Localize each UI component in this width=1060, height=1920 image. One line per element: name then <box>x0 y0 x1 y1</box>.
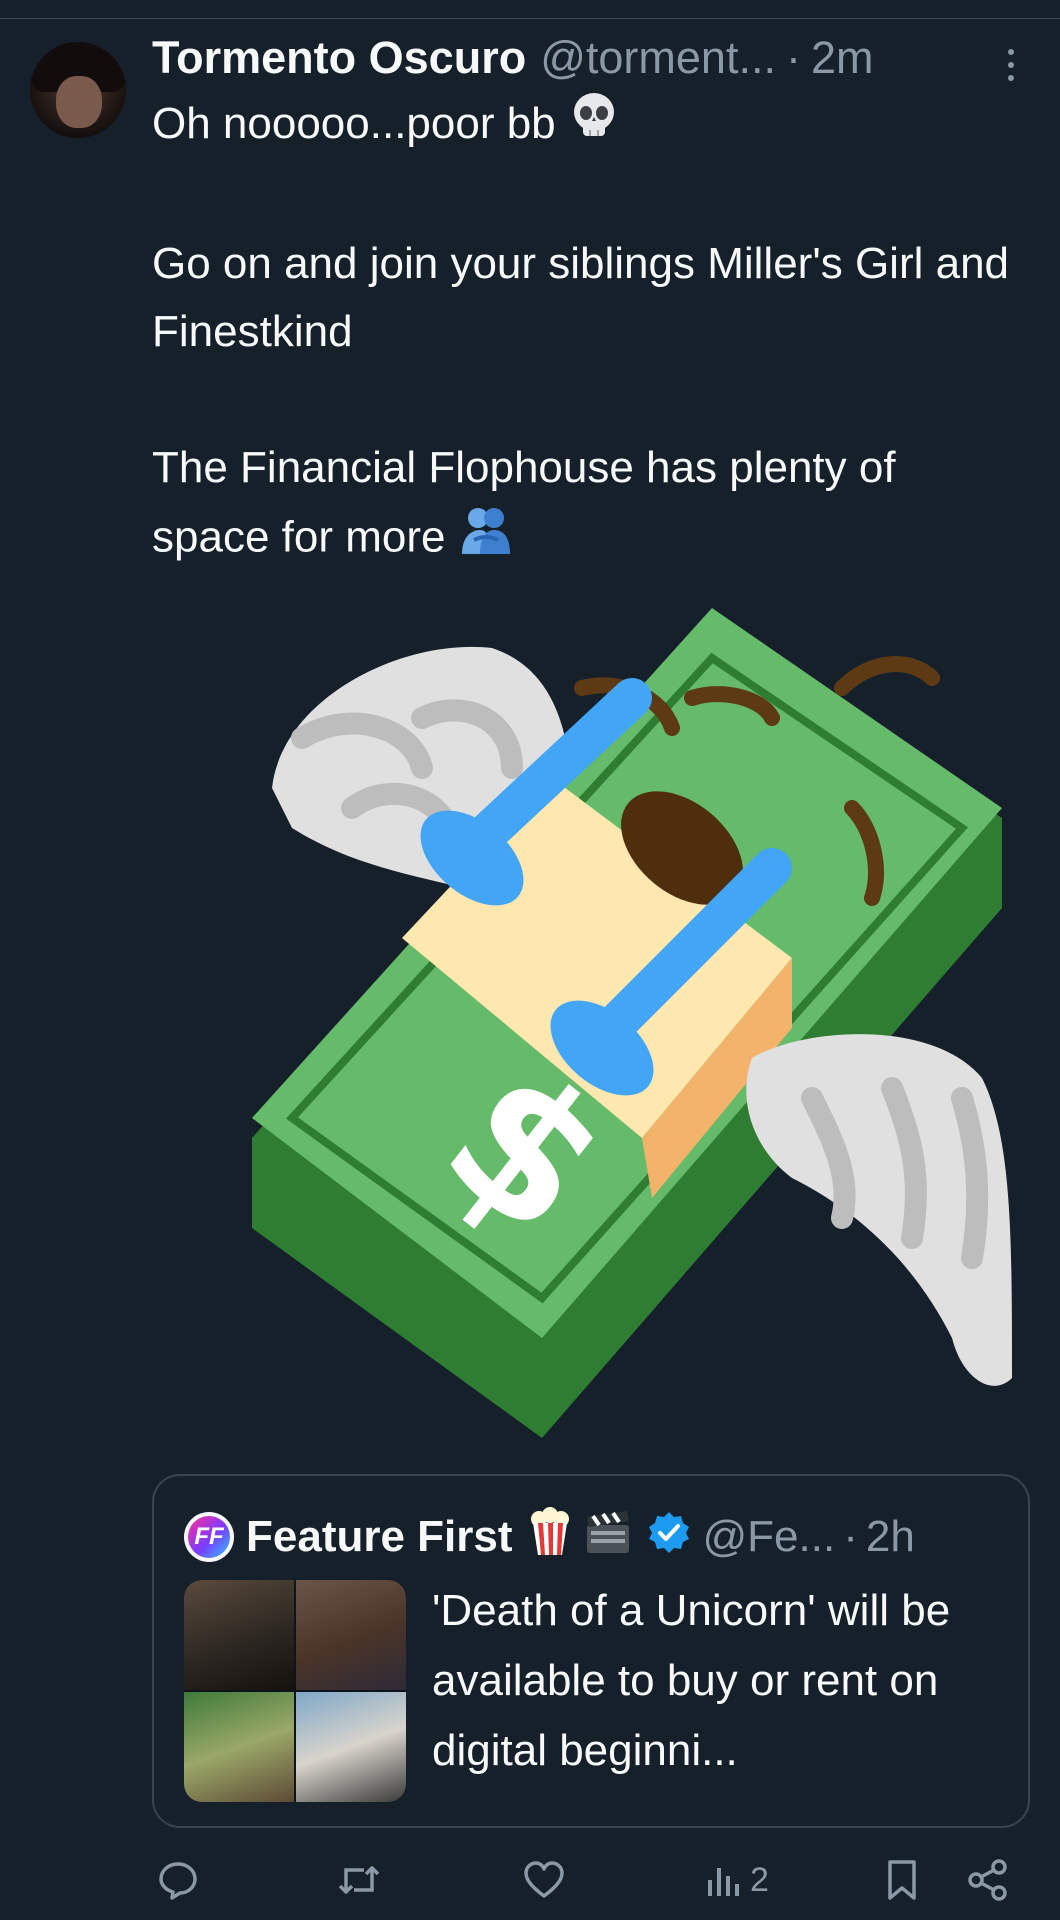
tweet-line: The Financial Flophouse has plenty of sp… <box>152 434 1012 578</box>
heart-icon <box>524 1861 564 1898</box>
quoted-tweet-header: FF Feature First @Fe... · 2h <box>184 1502 1004 1572</box>
thumbnail-still-2 <box>296 1580 406 1690</box>
quoted-tweet-text: 'Death of a Unicorn' will be available t… <box>432 1586 951 1775</box>
bookmark-button[interactable] <box>882 1850 922 1910</box>
author-handle[interactable]: @torment... <box>540 32 776 84</box>
feature-first-logo-mark: FF <box>188 1516 230 1558</box>
tweet-line-1: Oh nooooo...poor bb <box>152 99 556 148</box>
quoted-tweet-time[interactable]: 2h <box>866 1512 915 1562</box>
tweet-header: Tormento Oscuro @torment... · 2m <box>152 30 1012 86</box>
quoted-author-handle[interactable]: @Fe... <box>703 1512 836 1562</box>
money-with-wings-image[interactable]: $ <box>152 578 1032 1448</box>
reply-button[interactable] <box>156 1850 200 1910</box>
quoted-separator-dot: · <box>843 1512 858 1561</box>
views-button[interactable]: 2 <box>704 1850 769 1910</box>
thumbnail-still-1 <box>184 1580 294 1690</box>
verified-badge-icon[interactable] <box>647 1510 691 1565</box>
tweet-line: Oh nooooo...poor bb <box>152 90 1012 162</box>
quoted-author-name[interactable]: Feature First <box>246 1512 513 1562</box>
tweet-time[interactable]: 2m <box>811 32 874 84</box>
tweet-line-2: Go on and join your siblings Miller's Gi… <box>152 239 1010 357</box>
analytics-icon <box>708 1868 739 1896</box>
thumbnail-still-3 <box>184 1692 294 1802</box>
avatar-face <box>56 76 102 128</box>
views-count: 2 <box>750 1860 769 1899</box>
people-hugging-icon <box>458 502 514 578</box>
top-divider <box>0 18 1060 19</box>
retweet-button[interactable] <box>336 1850 382 1910</box>
avatar[interactable] <box>30 42 126 138</box>
clapper-board-icon <box>583 1507 633 1568</box>
retweet-icon <box>338 1866 380 1894</box>
tweet-actions-bar: 2 <box>0 1850 1060 1910</box>
more-dot-icon <box>1008 49 1014 55</box>
tweet-text: Oh nooooo...poor bb Go on and join your … <box>152 90 1012 578</box>
more-options-button[interactable] <box>996 40 1026 90</box>
separator-dot: · <box>785 32 801 83</box>
skull-icon <box>568 90 620 162</box>
popcorn-icon <box>527 1506 573 1568</box>
tweet-line-3: The Financial Flophouse has plenty of sp… <box>152 443 896 562</box>
thumbnail-still-4 <box>296 1692 406 1802</box>
share-button[interactable] <box>966 1850 1010 1910</box>
author-name[interactable]: Tormento Oscuro <box>152 32 526 84</box>
share-icon <box>968 1859 1007 1901</box>
like-button[interactable] <box>522 1850 566 1910</box>
right-wing <box>746 1034 1012 1386</box>
reply-icon <box>159 1862 197 1900</box>
more-dot-icon <box>1008 62 1014 68</box>
more-dot-icon <box>1008 75 1014 81</box>
feature-first-logo[interactable]: FF <box>184 1512 234 1562</box>
bookmark-icon <box>888 1860 916 1900</box>
quoted-tweet-card[interactable]: FF Feature First @Fe... · 2h 'Death of a… <box>152 1474 1030 1828</box>
quoted-tweet-thumbnail[interactable] <box>184 1580 406 1802</box>
